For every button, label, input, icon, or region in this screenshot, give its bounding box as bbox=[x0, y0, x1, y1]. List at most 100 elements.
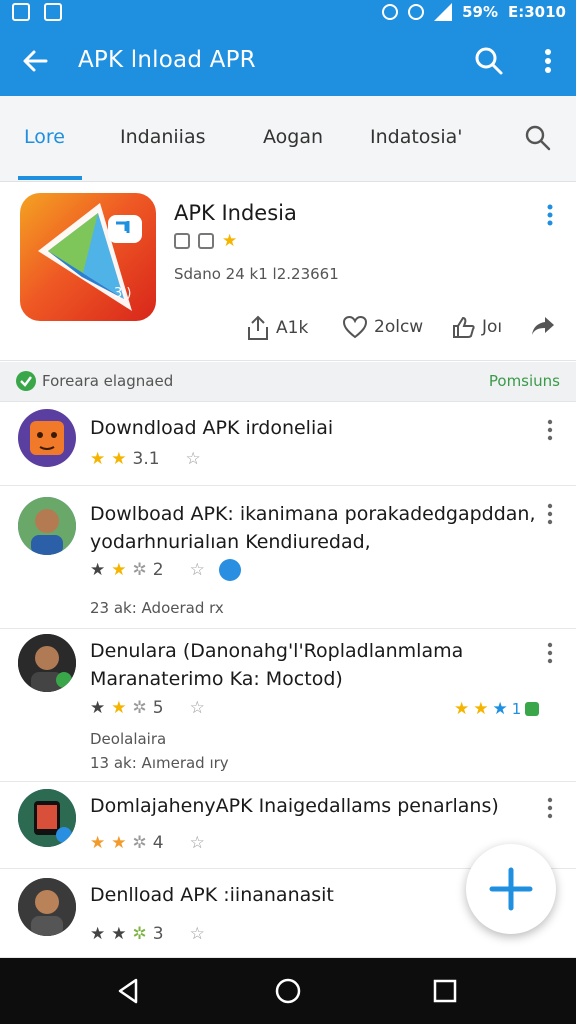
section-link[interactable]: Pomsiuns bbox=[489, 372, 560, 390]
app-bar: APK lnload APR bbox=[0, 26, 576, 96]
install-button[interactable]: A1k bbox=[246, 315, 308, 341]
section-label: Foreara elagnaed bbox=[42, 372, 174, 390]
status-bar: 59% E:3010 bbox=[0, 0, 576, 26]
item-title: Denulara (Danonahg'l'Ropladlanmlama bbox=[90, 640, 464, 662]
check-circle-icon bbox=[16, 371, 36, 391]
nav-home-icon[interactable] bbox=[271, 974, 305, 1008]
star-outline-icon[interactable]: ☆ bbox=[190, 834, 205, 852]
item-title: Denlload APK :iinananasit bbox=[90, 884, 334, 906]
tab-aogan[interactable]: Aogan bbox=[263, 126, 323, 148]
shield-icon bbox=[174, 233, 190, 249]
thumbs-up-count: Joı bbox=[482, 317, 503, 337]
star-filled-icon: ★ bbox=[111, 448, 127, 469]
list-item[interactable]: Denulara (Danonahg'l'Ropladlanmlama Mara… bbox=[0, 630, 576, 782]
tab-lore[interactable]: Lore bbox=[24, 126, 65, 148]
tab-indaniias[interactable]: Indaniias bbox=[120, 126, 206, 148]
tab-indatosia[interactable]: Indatosia' bbox=[370, 126, 462, 148]
avatar bbox=[18, 497, 76, 555]
item-title: Downdload APK irdoneliai bbox=[90, 417, 334, 439]
plus-icon bbox=[489, 867, 533, 911]
item-subtitle: Maranaterimo Ka: Moctod) bbox=[90, 668, 343, 690]
nav-back-icon[interactable] bbox=[112, 974, 146, 1008]
active-tab-indicator bbox=[18, 176, 82, 180]
upload-icon bbox=[12, 3, 30, 21]
app-bar-title: APK lnload APR bbox=[78, 47, 256, 73]
item-rating: ★ ★ ✲ 5 ☆ bbox=[90, 698, 205, 718]
like-button[interactable]: 2olcw bbox=[342, 315, 423, 339]
list-item[interactable]: Downdload APK irdoneliai ★ ★ 3.1 ☆ bbox=[0, 403, 576, 486]
section-header: Foreara elagnaed Pomsiuns bbox=[0, 362, 576, 402]
avatar bbox=[18, 634, 76, 692]
star-outline-icon[interactable]: ☆ bbox=[190, 925, 205, 943]
item-title: Dowlboad APK: ikanimana porakadedgapddan… bbox=[90, 503, 536, 525]
photo-icon bbox=[44, 3, 62, 21]
star-half-icon: ✲ bbox=[132, 923, 147, 944]
star-filled-icon: ★ bbox=[90, 559, 106, 580]
thumbs-up-icon bbox=[453, 316, 475, 338]
list-item[interactable]: Dowlboad APK: ikanimana porakadedgapddan… bbox=[0, 487, 576, 629]
rating-value: 2 bbox=[152, 560, 164, 580]
star-filled-icon: ★ bbox=[90, 448, 106, 469]
clock-icon bbox=[408, 4, 425, 20]
star-filled-icon: ★ bbox=[90, 832, 106, 853]
search-icon[interactable] bbox=[474, 46, 504, 76]
share-arrow-icon bbox=[532, 317, 554, 335]
alarm-icon bbox=[382, 4, 399, 20]
star-icon: ★ bbox=[222, 231, 238, 251]
svg-text:3·): 3·) bbox=[114, 286, 131, 301]
item-rating: ★ ★ ✲ 3 ☆ bbox=[90, 924, 205, 944]
share-button[interactable] bbox=[530, 315, 556, 337]
add-fab-button[interactable] bbox=[466, 844, 556, 934]
right-rating-value: 1 bbox=[511, 700, 522, 718]
item-rating: ★ ★ ✲ 2 ☆ bbox=[90, 559, 241, 581]
tab-search-icon[interactable] bbox=[524, 124, 552, 152]
star-filled-icon: ★ bbox=[111, 697, 127, 718]
item-more-icon[interactable] bbox=[542, 419, 558, 441]
system-nav-bar bbox=[0, 958, 576, 1024]
star-outline-icon[interactable]: ☆ bbox=[186, 450, 201, 468]
app-header-card: 3·) APK Indesia ★ Sdano 24 k1 l2.23661 A… bbox=[0, 183, 576, 361]
status-right: 59% E:3010 bbox=[382, 3, 566, 21]
item-rating: ★ ★ 3.1 ☆ bbox=[90, 449, 201, 469]
app-more-icon[interactable] bbox=[540, 203, 560, 227]
signal-icon bbox=[434, 3, 453, 21]
status-left-icons bbox=[12, 3, 62, 21]
item-more-icon[interactable] bbox=[542, 642, 558, 664]
item-more-icon[interactable] bbox=[542, 797, 558, 819]
star-outline-icon[interactable]: ☆ bbox=[190, 699, 205, 717]
star-filled-icon: ★ bbox=[111, 832, 127, 853]
star-half-icon: ✲ bbox=[132, 697, 147, 718]
item-meta: Deolalaira bbox=[90, 730, 167, 748]
rating-value: 5 bbox=[152, 698, 164, 718]
app-meta: Sdano 24 k1 l2.23661 bbox=[174, 265, 339, 283]
status-time: E:3010 bbox=[508, 3, 566, 21]
star-outline-icon[interactable]: ☆ bbox=[190, 561, 205, 579]
star-half-icon: ✲ bbox=[132, 559, 147, 580]
star-filled-icon: ★ bbox=[90, 697, 106, 718]
item-right-rating: ★ ★ ★ 1 bbox=[454, 700, 540, 718]
more-vert-icon[interactable] bbox=[538, 46, 558, 76]
item-title: DomlajahenyAPK Inaigedallams penarlans) bbox=[90, 795, 499, 817]
battery-text: 59% bbox=[462, 3, 498, 21]
thumbs-up-button[interactable]: Joı bbox=[452, 315, 502, 339]
rating-value: 3.1 bbox=[132, 449, 160, 469]
star-filled-icon: ★ bbox=[111, 559, 127, 580]
item-more-icon[interactable] bbox=[542, 503, 558, 525]
heart-icon bbox=[342, 315, 368, 339]
tag-icon bbox=[525, 702, 540, 716]
star-filled-icon: ★ bbox=[90, 923, 106, 944]
back-arrow-icon[interactable] bbox=[20, 46, 50, 76]
like-count: 2olcw bbox=[374, 317, 424, 337]
avatar bbox=[18, 789, 76, 847]
avatar bbox=[18, 878, 76, 936]
item-meta: 23 ak: Adoerad rx bbox=[90, 599, 224, 617]
tab-bar: Lore Indaniias Aogan Indatosia' bbox=[0, 96, 576, 182]
nav-recents-icon[interactable] bbox=[428, 974, 462, 1008]
install-count: A1k bbox=[276, 318, 309, 338]
avatar bbox=[18, 409, 76, 467]
rating-value: 3 bbox=[152, 924, 164, 944]
item-meta-secondary: 13 ak: Aımerad ıry bbox=[90, 754, 229, 772]
rating-value: 4 bbox=[152, 833, 164, 853]
app-logo[interactable]: 3·) bbox=[20, 193, 156, 321]
app-name: APK Indesia bbox=[174, 201, 297, 225]
